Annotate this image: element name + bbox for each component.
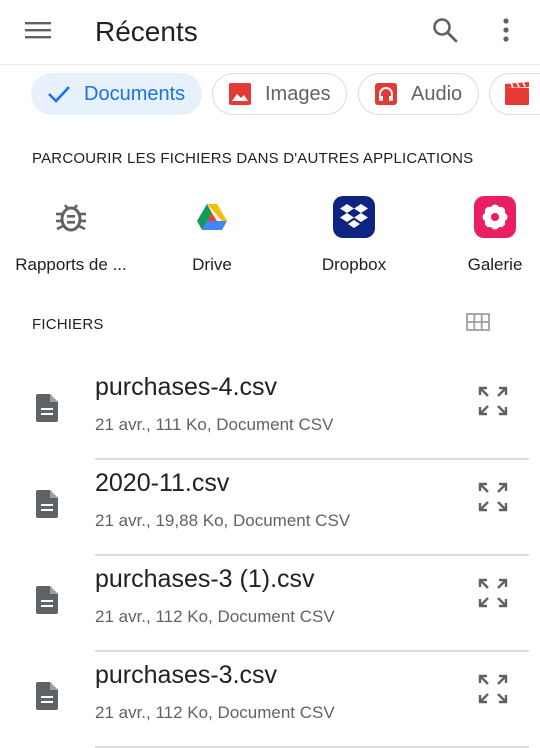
- files-section-title: FICHIERS: [32, 316, 104, 333]
- file-meta: 21 avr., 19,88 Ko, Document CSV: [95, 511, 351, 530]
- chip-label: Images: [265, 82, 331, 105]
- chip-documents[interactable]: Documents: [31, 73, 202, 115]
- app-bug-reports[interactable]: Rapports de ...: [6, 195, 136, 275]
- file-name: 2020-11.csv: [95, 469, 230, 497]
- preview-button[interactable]: [472, 478, 514, 520]
- app-label: Rapports de ...: [15, 255, 127, 274]
- preview-button[interactable]: [472, 382, 514, 424]
- file-row[interactable]: purchases-3.csv 21 avr., 112 Ko, Documen…: [0, 652, 540, 748]
- search-button[interactable]: [424, 12, 466, 52]
- chip-audio[interactable]: Audio: [358, 73, 479, 115]
- app-galerie[interactable]: Galerie: [430, 195, 540, 275]
- top-app-bar: Récents: [0, 0, 540, 64]
- image-icon: [227, 81, 253, 107]
- expand-icon: [477, 673, 509, 710]
- apps-section-title: PARCOURIR LES FICHIERS DANS D'AUTRES APP…: [32, 150, 474, 167]
- app-drive[interactable]: Drive: [147, 195, 277, 275]
- more-options-button[interactable]: [488, 12, 524, 52]
- menu-button[interactable]: [18, 14, 58, 50]
- headphones-icon: [373, 81, 399, 107]
- chip-videos[interactable]: [489, 73, 540, 115]
- document-icon: [32, 681, 62, 711]
- expand-icon: [477, 385, 509, 422]
- file-row[interactable]: purchases-4.csv 21 avr., 111 Ko, Documen…: [0, 364, 540, 460]
- google-drive-icon: [190, 195, 234, 239]
- app-label: Drive: [192, 255, 232, 274]
- file-meta: 21 avr., 112 Ko, Document CSV: [95, 703, 335, 722]
- dropbox-icon: [332, 195, 376, 239]
- document-icon: [32, 585, 62, 615]
- menu-icon: [25, 20, 51, 45]
- search-icon: [432, 17, 458, 48]
- page-title: Récents: [95, 16, 198, 47]
- movie-icon: [504, 81, 530, 107]
- app-label: Dropbox: [321, 255, 387, 274]
- gallery-flower-icon: [473, 195, 517, 239]
- document-icon: [32, 393, 62, 423]
- grid-view-icon: [466, 312, 490, 336]
- bug-icon: [49, 195, 93, 239]
- file-row[interactable]: purchases-3 (1).csv 21 avr., 112 Ko, Doc…: [0, 556, 540, 652]
- top-divider: [0, 64, 540, 65]
- chip-images[interactable]: Images: [212, 73, 347, 115]
- file-meta: 21 avr., 112 Ko, Document CSV: [95, 607, 335, 626]
- chip-label: Audio: [411, 82, 463, 105]
- preview-button[interactable]: [472, 574, 514, 616]
- more-vert-icon: [502, 17, 510, 47]
- chip-label: Documents: [84, 82, 186, 105]
- filter-chips: Documents Images Audio: [0, 73, 540, 117]
- expand-icon: [477, 577, 509, 614]
- file-name: purchases-4.csv: [95, 373, 278, 401]
- file-row[interactable]: 2020-11.csv 21 avr., 19,88 Ko, Document …: [0, 460, 540, 556]
- apps-row: Rapports de ... Drive Dropbox Galerie: [0, 195, 540, 285]
- file-name: purchases-3.csv: [95, 661, 278, 689]
- preview-button[interactable]: [472, 670, 514, 712]
- app-dropbox[interactable]: Dropbox: [289, 195, 419, 275]
- app-label: Galerie: [467, 255, 523, 274]
- file-name: purchases-3 (1).csv: [95, 565, 315, 593]
- document-icon: [32, 489, 62, 519]
- file-meta: 21 avr., 111 Ko, Document CSV: [95, 415, 334, 434]
- grid-view-button[interactable]: [462, 308, 494, 340]
- check-icon: [46, 81, 72, 107]
- expand-icon: [477, 481, 509, 518]
